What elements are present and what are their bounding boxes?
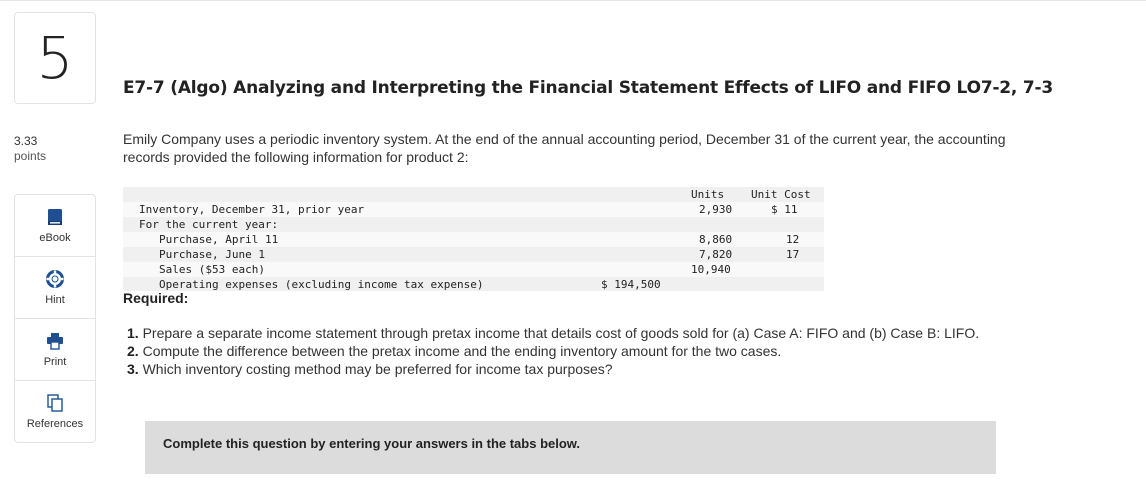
table-row: Operating expenses (excluding income tax… [123, 277, 824, 292]
row-label: Sales ($53 each) [159, 263, 265, 276]
references-button[interactable]: References [15, 381, 95, 442]
item-number: 1. [127, 325, 139, 341]
points-info: 3.33 points [14, 134, 46, 164]
question-title: E7-7 (Algo) Analyzing and Interpreting t… [123, 78, 1054, 98]
item-number: 3. [127, 361, 139, 377]
row-units: 7,820 [699, 248, 733, 261]
question-number: 5 [14, 12, 96, 104]
question-intro: Emily Company uses a periodic inventory … [123, 131, 1006, 165]
row-amount: $ 194,500 [601, 278, 661, 291]
ebook-button[interactable]: eBook [15, 195, 95, 257]
instructions-banner: Complete this question by entering your … [145, 421, 996, 474]
table-row: Purchase, April 11 8,860 12 [123, 232, 824, 247]
table-row: Inventory, December 31, prior year 2,930… [123, 202, 824, 217]
table-row: For the current year: [123, 217, 824, 232]
documents-icon [47, 393, 63, 412]
banner-text: Complete this question by entering your … [163, 436, 581, 451]
ebook-label: eBook [39, 231, 71, 244]
row-units: 2,930 [699, 203, 733, 216]
print-label: Print [43, 355, 67, 368]
list-item: 3. Which inventory costing method may be… [127, 360, 1047, 378]
item-text: Compute the difference between the preta… [142, 343, 782, 359]
table-header-row: Units Unit Cost [123, 187, 824, 202]
book-icon [48, 208, 62, 225]
unit-cost-header: Unit Cost [751, 188, 811, 201]
lifebuoy-icon [46, 269, 64, 288]
hint-label: Hint [45, 293, 65, 306]
print-button[interactable]: Print [15, 319, 95, 381]
top-divider [0, 0, 1146, 1]
tools-panel: eBook Hint Print References [14, 194, 96, 443]
required-heading: Required: [123, 290, 189, 306]
units-header: Units [691, 188, 725, 201]
required-list: 1. Prepare a separate income statement t… [127, 324, 1047, 378]
references-label: References [26, 417, 84, 430]
points-value: 3.33 [14, 134, 38, 148]
item-text: Prepare a separate income statement thro… [142, 325, 980, 341]
row-cost: 12 [786, 233, 800, 246]
inventory-data-table: Units Unit Cost Inventory, December 31, … [123, 187, 824, 291]
list-item: 1. Prepare a separate income statement t… [127, 324, 1047, 342]
table-row: Sales ($53 each) 10,940 [123, 262, 824, 277]
list-item: 2. Compute the difference between the pr… [127, 342, 1047, 360]
row-label: Inventory, December 31, prior year [139, 203, 365, 216]
printer-icon [47, 332, 63, 350]
row-units: 10,940 [691, 263, 731, 276]
row-label: For the current year: [139, 218, 279, 231]
row-label: Purchase, April 11 [159, 233, 279, 246]
item-number: 2. [127, 343, 139, 359]
row-cost: $ 11 [771, 203, 798, 216]
row-label: Purchase, June 1 [159, 248, 265, 261]
points-label: points [14, 149, 47, 163]
row-label: Operating expenses (excluding income tax… [159, 278, 484, 291]
item-text: Which inventory costing method may be pr… [142, 361, 613, 377]
table-row: Purchase, June 1 7,820 17 [123, 247, 824, 262]
hint-button[interactable]: Hint [15, 257, 95, 319]
row-units: 8,860 [699, 233, 733, 246]
row-cost: 17 [786, 248, 800, 261]
